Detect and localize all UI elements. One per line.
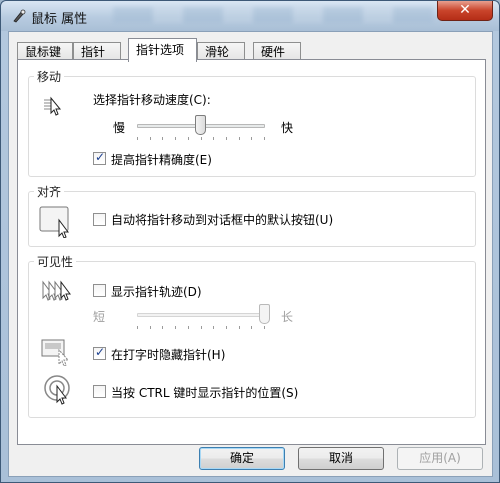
tab-pointer-options[interactable]: 指针选项 (128, 38, 197, 62)
slider-tick (175, 326, 176, 329)
motion-group-title: 移动 (34, 68, 65, 85)
ok-button[interactable]: 确定 (199, 447, 285, 470)
dialog-client-area: 鼠标键 指针 指针选项 滑轮 硬件 移动 选择指针移动速度(C): 慢 快 ✓ … (8, 31, 493, 477)
slider-tick (239, 137, 240, 140)
close-icon: ✕ (459, 2, 471, 18)
slider-tick (226, 137, 227, 140)
pointer-trails-icon (42, 280, 71, 301)
hide-while-typing-icon (41, 339, 70, 366)
long-label: 长 (281, 310, 294, 324)
slider-tick (251, 137, 252, 140)
show-location-ctrl-label[interactable]: 当按 CTRL 键时显示指针的位置(S) (111, 384, 298, 401)
short-label: 短 (93, 310, 106, 324)
slider-tick (150, 137, 151, 140)
blurred-background-region (113, 7, 433, 23)
trails-length-slider-track[interactable] (137, 313, 265, 317)
mouse-icon (13, 9, 26, 23)
slider-tick (264, 326, 265, 329)
visibility-group: 可见性 显示指针轨迹(D) 短 长 ✓ 在打字时隐藏指针(H) 当按 CTRL … (28, 253, 476, 418)
pointer-trails-label[interactable]: 显示指针轨迹(D) (111, 283, 202, 300)
slider-tick (137, 137, 138, 140)
slider-tick (226, 326, 227, 329)
slider-tick (201, 137, 202, 140)
snap-to-default-label[interactable]: 自动将指针移动到对话框中的默认按钮(U) (111, 211, 333, 228)
trails-length-ticks (137, 326, 265, 330)
hide-while-typing-checkbox[interactable] (93, 345, 106, 360)
slider-tick (175, 137, 176, 140)
slider-tick (188, 326, 189, 329)
slider-tick (264, 137, 265, 140)
visibility-group-title: 可见性 (34, 253, 77, 270)
slider-tick (162, 137, 163, 140)
window-title: 鼠标 属性 (31, 12, 88, 27)
trails-length-slider-thumb[interactable] (259, 304, 270, 324)
cancel-button[interactable]: 取消 (298, 447, 384, 470)
snap-to-group: 对齐 自动将指针移动到对话框中的默认按钮(U) (28, 183, 476, 247)
motion-group: 移动 选择指针移动速度(C): 慢 快 提高指针精确度(E) (28, 68, 476, 177)
slow-label: 慢 (113, 121, 126, 135)
pointer-speed-slider-thumb[interactable] (195, 115, 206, 135)
snap-to-default-checkbox[interactable] (93, 213, 106, 226)
pointer-speed-icon (44, 96, 62, 116)
show-location-icon (44, 375, 70, 405)
mouse-properties-window: 鼠标 属性 ✕ 鼠标键 指针 指针选项 滑轮 硬件 移动 选择指针移动速度(C)… (0, 0, 500, 483)
title-bar[interactable]: 鼠标 属性 ✕ (1, 1, 499, 31)
enhance-precision-checkbox[interactable] (93, 150, 106, 165)
slider-tick (239, 326, 240, 329)
slider-tick (201, 326, 202, 329)
fast-label: 快 (281, 121, 294, 135)
enhance-precision-label[interactable]: 提高指针精确度(E) (111, 151, 212, 168)
hide-while-typing-label[interactable]: 在打字时隐藏指针(H) (111, 346, 225, 363)
snap-to-icon (39, 206, 69, 238)
apply-button[interactable]: 应用(A) (397, 447, 483, 470)
slider-tick (213, 326, 214, 329)
slider-tick (251, 326, 252, 329)
snap-to-group-title: 对齐 (34, 183, 65, 200)
slider-tick (213, 137, 214, 140)
pointer-speed-label: 选择指针移动速度(C): (93, 93, 211, 107)
slider-tick (150, 326, 151, 329)
slider-tick (137, 326, 138, 329)
close-button[interactable]: ✕ (437, 1, 493, 21)
pointer-trails-checkbox[interactable] (93, 284, 106, 297)
pointer-options-panel: 移动 选择指针移动速度(C): 慢 快 提高指针精确度(E) (17, 59, 486, 445)
slider-tick (188, 137, 189, 140)
slider-tick (162, 326, 163, 329)
show-location-ctrl-checkbox[interactable] (93, 385, 106, 398)
pointer-speed-ticks (137, 137, 265, 141)
